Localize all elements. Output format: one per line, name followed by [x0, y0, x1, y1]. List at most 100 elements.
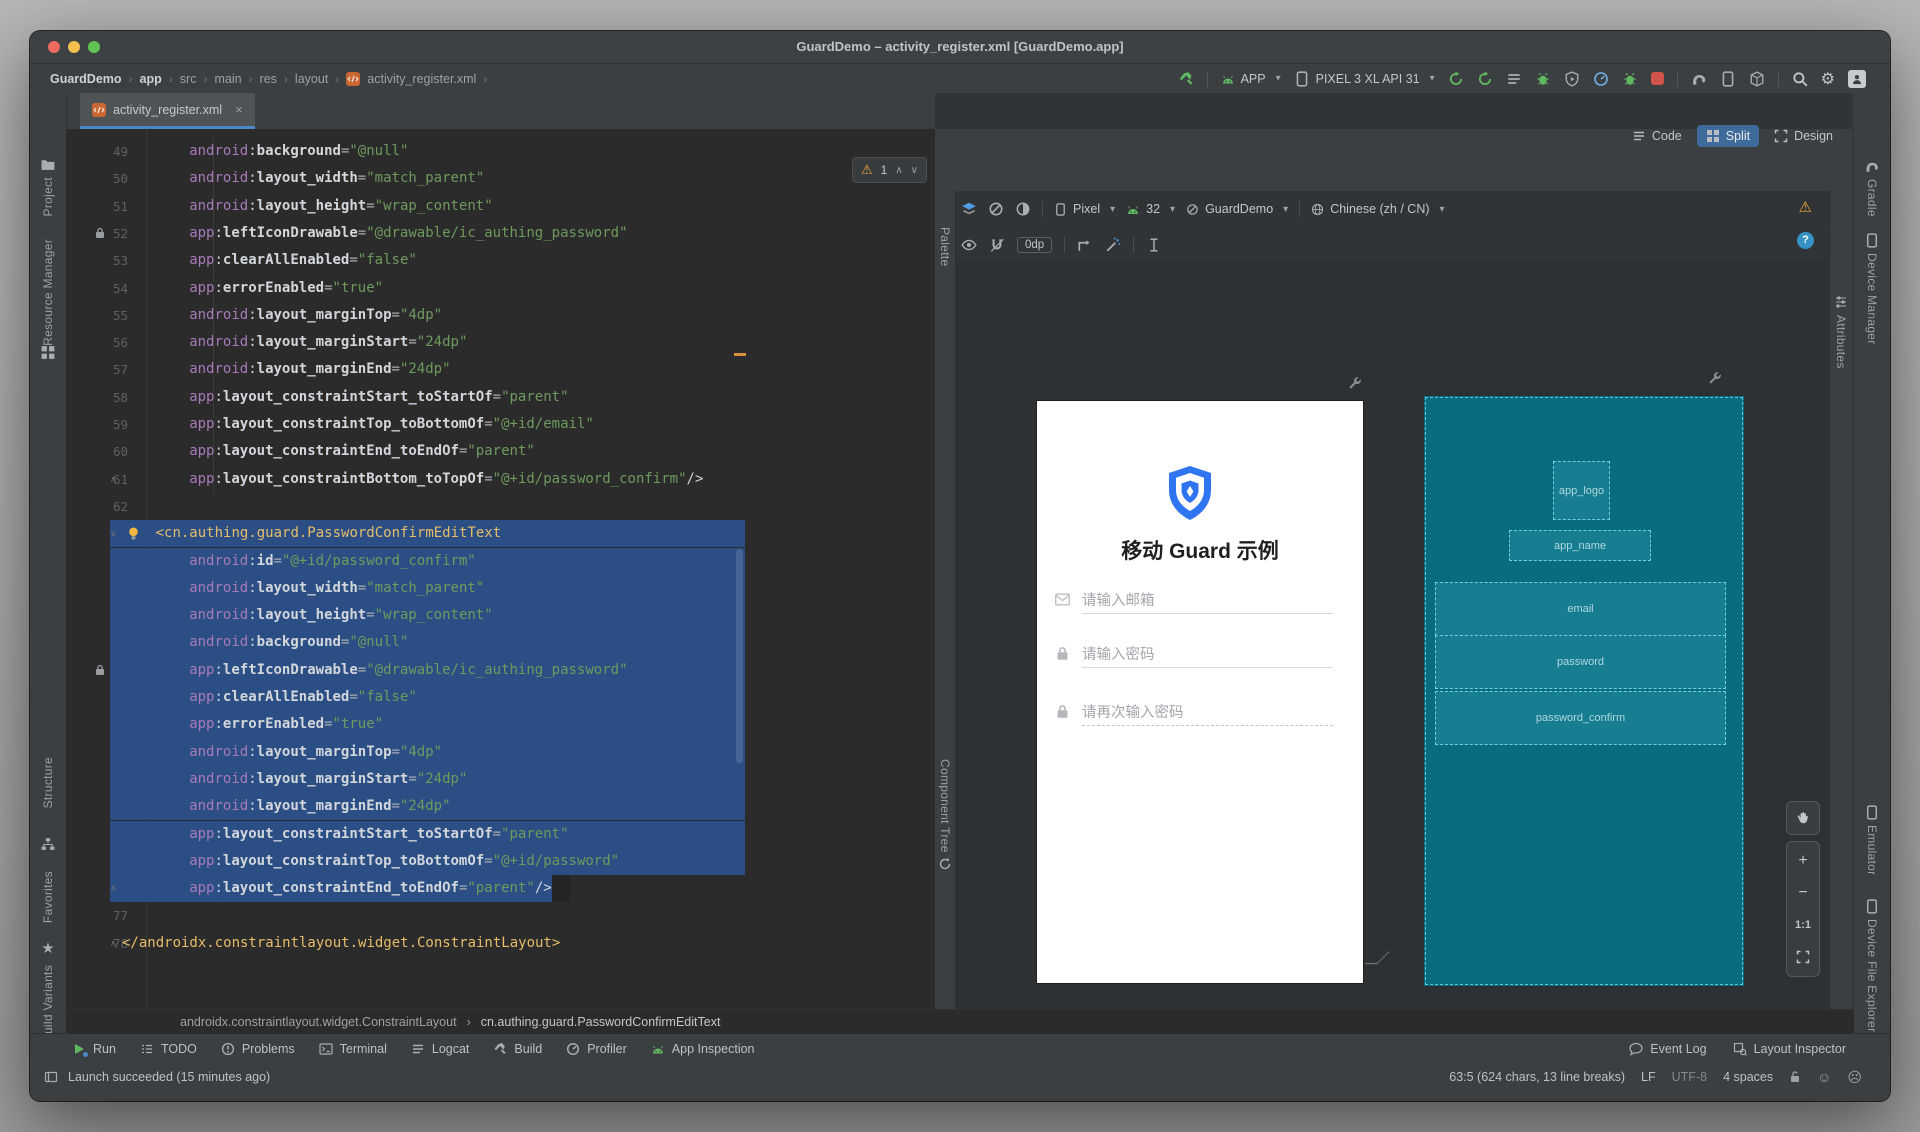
mode-split[interactable]: Split	[1697, 125, 1759, 147]
breadcrumb-res[interactable]: res	[260, 72, 277, 86]
read-write-lock-icon[interactable]	[1789, 1071, 1801, 1083]
sad-face-icon[interactable]: ☹	[1847, 1069, 1862, 1086]
breadcrumb-passwordconfirm[interactable]: cn.authing.guard.PasswordConfirmEditText	[481, 1015, 721, 1029]
attributes-tab[interactable]: Attributes	[1834, 315, 1848, 369]
toolwindow-run[interactable]: Run	[72, 1042, 116, 1056]
view-options-eye-icon[interactable]	[961, 237, 977, 253]
code-line[interactable]: 75app:layout_constraintTop_toBottomOf="@…	[66, 848, 935, 875]
next-warning-icon[interactable]: ∨	[911, 165, 918, 176]
indent-setting[interactable]: 4 spaces	[1723, 1070, 1773, 1084]
blueprint-component-app_logo[interactable]: app_logo	[1553, 461, 1610, 520]
toolwindow-layout-inspector[interactable]: Layout Inspector	[1733, 1042, 1846, 1056]
pack-margin-icon[interactable]	[1146, 237, 1162, 253]
code-editor[interactable]: 49android:background="@null"50android:la…	[66, 129, 935, 1009]
sidebar-item-structure[interactable]: Structure	[41, 757, 55, 808]
design-surface-icon[interactable]	[961, 201, 977, 217]
resize-handle[interactable]	[1364, 952, 1389, 965]
line-number[interactable]: 58	[66, 384, 128, 411]
line-number[interactable]: 54	[66, 275, 128, 302]
happy-face-icon[interactable]: ☺	[1817, 1069, 1831, 1085]
toolwindow-app-inspection[interactable]: App Inspection	[651, 1042, 755, 1056]
default-margins-dropdown[interactable]: 0dp	[1017, 237, 1052, 253]
blueprint-screen[interactable]: app_logoapp_nameemailpasswordpassword_co…	[1424, 396, 1744, 986]
build-hammer-icon[interactable]	[1178, 71, 1194, 87]
api-level-dropdown[interactable]: 32	[1126, 202, 1175, 216]
sdk-manager-icon[interactable]	[1749, 71, 1765, 87]
code-line[interactable]: 64android:id="@+id/password_confirm"	[66, 548, 935, 575]
breadcrumb-main[interactable]: main	[214, 72, 241, 86]
night-mode-icon[interactable]	[1015, 201, 1031, 217]
fold-marker[interactable]: ∧	[110, 875, 117, 902]
code-line[interactable]: 65android:layout_width="match_parent"	[66, 575, 935, 602]
blueprint-component-password_confirm[interactable]: password_confirm	[1435, 691, 1726, 745]
mode-code[interactable]: Code	[1623, 125, 1691, 147]
refresh-icon[interactable]	[938, 857, 952, 871]
apply-changes-button[interactable]	[1477, 71, 1493, 87]
toolwindow-problems[interactable]: Problems	[221, 1042, 295, 1056]
wrench-icon[interactable]	[1707, 371, 1722, 386]
sidebar-item-gradle[interactable]: Gradle	[1865, 179, 1879, 217]
breadcrumb-project[interactable]: GuardDemo	[50, 72, 122, 86]
breadcrumb-constraintlayout[interactable]: androidx.constraintlayout.widget.Constra…	[180, 1015, 457, 1029]
orientation-icon[interactable]	[988, 201, 1004, 217]
autoconnect-magnet-icon[interactable]	[989, 237, 1005, 253]
code-line[interactable]: 54app:errorEnabled="true"	[66, 275, 935, 302]
caret-position[interactable]: 63:5 (624 chars, 13 line breaks)	[1449, 1070, 1625, 1084]
sidebar-item-device-manager[interactable]: Device Manager	[1865, 253, 1879, 345]
line-ending[interactable]: LF	[1641, 1070, 1656, 1084]
toolwindow-terminal[interactable]: Terminal	[319, 1042, 387, 1056]
breadcrumb-src[interactable]: src	[180, 72, 197, 86]
sidebar-item-resource-manager[interactable]: Resource Manager	[41, 239, 55, 346]
profile-button[interactable]	[1593, 71, 1609, 87]
apply-code-changes-button[interactable]	[1506, 71, 1522, 87]
stop-button[interactable]	[1651, 72, 1664, 85]
sidebar-item-build-variants[interactable]: Build Variants	[41, 965, 55, 1042]
toolwindow-build[interactable]: Build	[493, 1042, 542, 1056]
close-tab-icon[interactable]: ×	[235, 102, 243, 117]
palette-tab[interactable]: Palette	[938, 227, 952, 266]
line-number[interactable]: 78	[66, 930, 128, 957]
blueprint-component-email[interactable]: email	[1435, 582, 1726, 636]
breadcrumb-file[interactable]: activity_register.xml	[367, 72, 476, 86]
code-line[interactable]: 74app:layout_constraintStart_toStartOf="…	[66, 821, 935, 848]
wrench-icon[interactable]	[1347, 376, 1362, 391]
line-number[interactable]: 77	[66, 902, 128, 929]
pan-tool-button[interactable]	[1786, 801, 1820, 835]
code-line[interactable]: 58app:layout_constraintStart_toStartOf="…	[66, 384, 935, 411]
help-icon[interactable]: ?	[1797, 232, 1814, 249]
infer-constraints-wand-icon[interactable]	[1105, 237, 1121, 253]
debug-button[interactable]	[1535, 71, 1551, 87]
zoom-actual-button[interactable]: 1:1	[1789, 910, 1817, 940]
fold-marker[interactable]: ∧	[110, 930, 117, 957]
preview-input-field[interactable]: 请输入密码	[1055, 643, 1345, 673]
code-line[interactable]: 53app:clearAllEnabled="false"	[66, 247, 935, 274]
design-warning-icon[interactable]: ⚠	[1799, 198, 1812, 216]
code-line[interactable]: 57android:layout_marginEnd="24dp"	[66, 356, 935, 383]
file-encoding[interactable]: UTF-8	[1672, 1070, 1707, 1084]
code-line[interactable]: 52app:leftIconDrawable="@drawable/ic_aut…	[66, 220, 935, 247]
code-line[interactable]: 60app:layout_constraintEnd_toEndOf="pare…	[66, 438, 935, 465]
run-configuration-dropdown[interactable]: APP	[1221, 72, 1281, 86]
line-number[interactable]: 57	[66, 356, 128, 383]
toolwindow-toggle-icon[interactable]	[44, 1070, 58, 1084]
preview-screen[interactable]: 移动 Guard 示例 请输入邮箱请输入密码请再次输入密码	[1037, 401, 1363, 983]
prev-warning-icon[interactable]: ∧	[895, 165, 902, 176]
zoom-fit-button[interactable]	[1789, 942, 1817, 972]
line-number[interactable]: 59	[66, 411, 128, 438]
code-line[interactable]: 56android:layout_marginStart="24dp"	[66, 329, 935, 356]
toolwindow-todo[interactable]: TODO	[140, 1042, 197, 1056]
fold-marker[interactable]: ∧	[110, 466, 117, 493]
code-line[interactable]: 68app:leftIconDrawable="@drawable/ic_aut…	[66, 657, 935, 684]
preview-input-field[interactable]: 请再次输入密码	[1055, 701, 1345, 731]
run-button[interactable]	[1448, 71, 1464, 87]
sidebar-item-device-file-explorer[interactable]: Device File Explorer	[1865, 919, 1879, 1032]
line-number[interactable]: 50	[66, 165, 128, 192]
code-line[interactable]: 73android:layout_marginEnd="24dp"	[66, 793, 935, 820]
code-line[interactable]: 55android:layout_marginTop="4dp"	[66, 302, 935, 329]
tab-activity-register-xml[interactable]: activity_register.xml ×	[80, 93, 255, 129]
preview-device-dropdown[interactable]: Pixel	[1054, 202, 1115, 216]
code-line[interactable]: 63∨<cn.authing.guard.PasswordConfirmEdit…	[66, 520, 935, 547]
code-line[interactable]: 69app:clearAllEnabled="false"	[66, 684, 935, 711]
design-canvas[interactable]: 移动 Guard 示例 请输入邮箱请输入密码请再次输入密码 app_logoap…	[955, 261, 1830, 1009]
inspections-widget[interactable]: ⚠ 1 ∧ ∨	[852, 157, 927, 183]
